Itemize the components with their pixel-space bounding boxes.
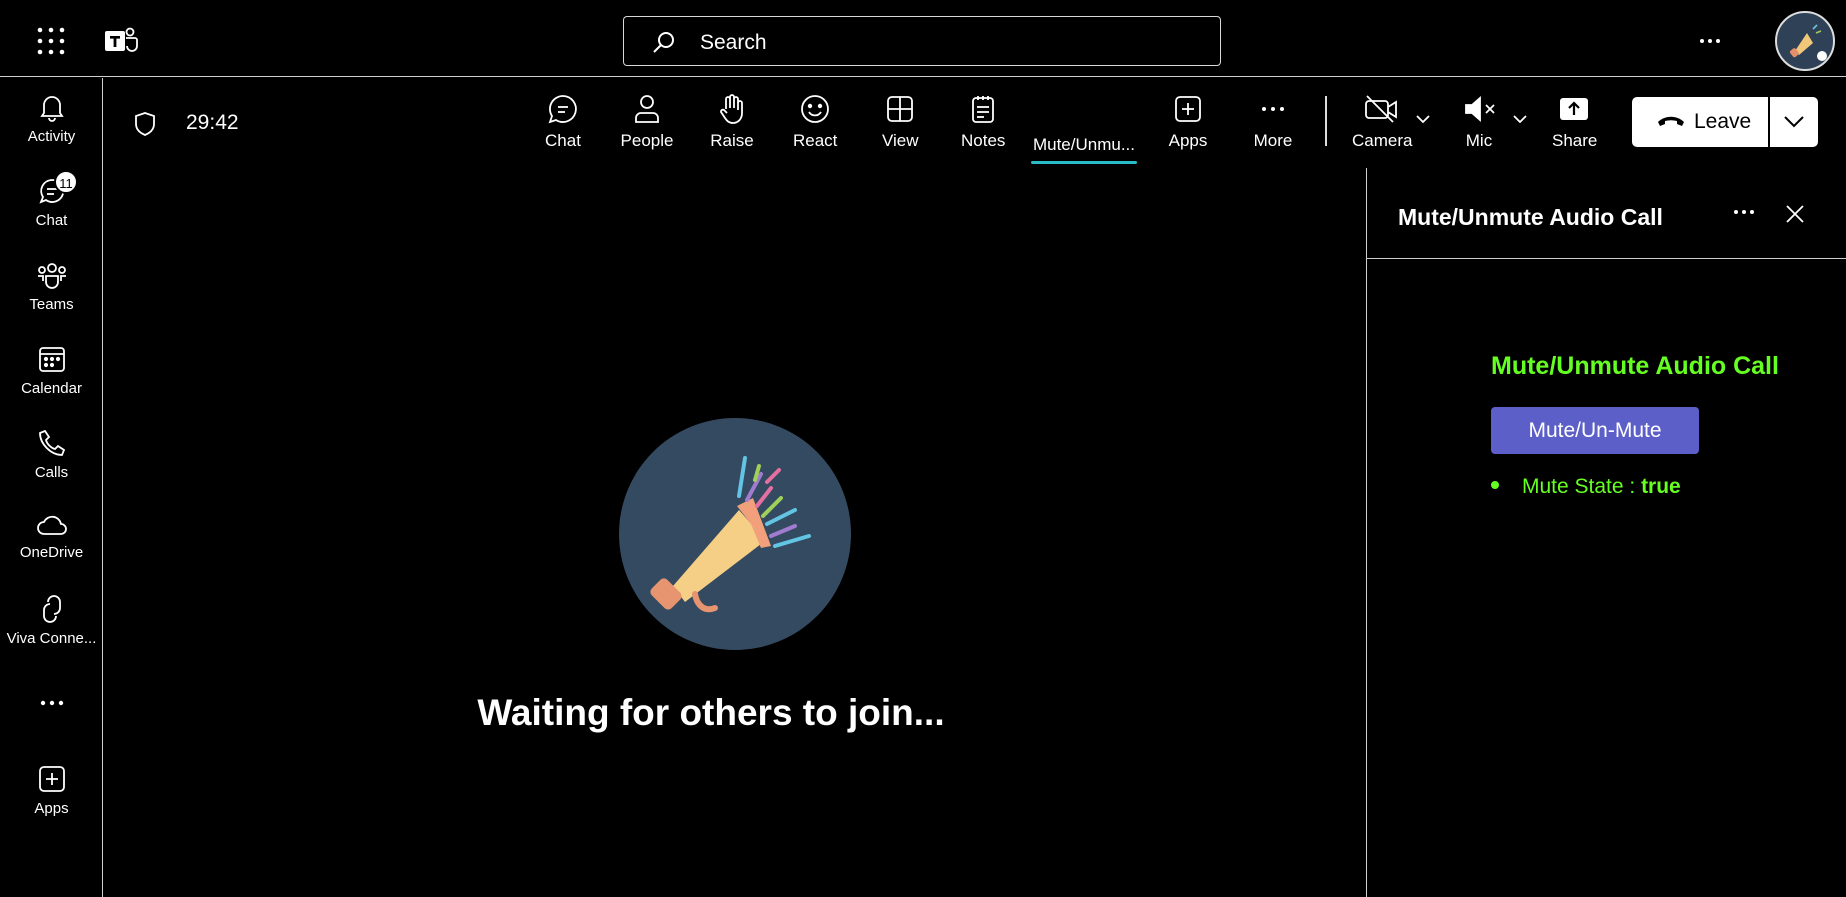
rail-item-label: Activity <box>27 128 76 145</box>
share-button[interactable]: Share <box>1552 93 1598 151</box>
rail-item-label: Viva Conne... <box>6 630 97 647</box>
search-placeholder: Search <box>700 31 767 54</box>
control-label: Apps <box>1168 131 1208 150</box>
rail-item-viva-connections[interactable]: Viva Conne... <box>0 594 103 647</box>
app-heading: Mute/Unmute Audio Call <box>1491 352 1779 380</box>
tab-mute-unmute[interactable]: Mute/Unmu... <box>1031 135 1137 164</box>
viva-connections-icon <box>42 595 61 623</box>
mic-muted-icon <box>1465 96 1495 122</box>
hang-up-icon <box>1658 116 1684 126</box>
control-label: More <box>1253 131 1293 150</box>
add-apps-icon <box>38 766 65 792</box>
mic-button[interactable]: Mic <box>1463 93 1495 151</box>
chat-button[interactable]: Chat <box>545 93 581 151</box>
shield-icon[interactable] <box>133 111 157 142</box>
avatar[interactable] <box>1775 11 1835 71</box>
chat-icon <box>548 95 577 124</box>
rail-item-label: Chat <box>35 212 68 229</box>
apps-button[interactable]: Apps <box>1168 93 1208 151</box>
control-label: View <box>882 131 919 150</box>
rail-item-apps[interactable]: Apps <box>0 764 103 817</box>
raise-hand-button[interactable]: Raise <box>710 93 754 151</box>
app-rail: Activity 11 Chat Teams Calendar Calls On <box>0 78 103 897</box>
toolbar-divider <box>1325 96 1327 146</box>
leave-button[interactable]: Leave <box>1632 97 1768 147</box>
search-icon <box>653 32 674 53</box>
phone-icon <box>38 429 65 456</box>
search-input[interactable]: Search <box>623 16 1221 66</box>
close-icon[interactable] <box>1785 204 1805 224</box>
person-icon <box>635 95 659 123</box>
teams-logo-icon <box>104 26 138 56</box>
teams-icon <box>37 263 66 289</box>
control-label: React <box>793 131 838 150</box>
meeting-timer: 29:42 <box>186 111 239 134</box>
app-side-panel: Mute/Unmute Audio Call Mute/Unmute Audio… <box>1366 168 1846 897</box>
mute-state-label: Mute State : <box>1522 475 1642 498</box>
unread-count-badge: 11 <box>54 170 78 194</box>
leave-options-dropdown[interactable] <box>1770 97 1818 147</box>
panel-more-options-icon[interactable] <box>1733 208 1755 216</box>
presence-status-dot <box>1815 49 1829 63</box>
mute-state-value: true <box>1641 475 1681 498</box>
ellipsis-icon <box>1262 107 1284 111</box>
leave-label: Leave <box>1694 110 1752 133</box>
control-label: Share <box>1552 131 1598 150</box>
rail-item-label: Calls <box>34 464 69 481</box>
view-button[interactable]: View <box>882 93 919 151</box>
rail-item-label: Teams <box>29 296 74 313</box>
more-actions-button[interactable]: More <box>1251 93 1295 151</box>
control-label: Notes <box>961 131 1006 150</box>
hand-icon <box>720 94 743 124</box>
control-label: People <box>620 131 674 150</box>
rail-item-label: Calendar <box>21 380 82 397</box>
rail-more-apps[interactable] <box>0 696 103 716</box>
share-icon <box>1560 98 1588 120</box>
rail-item-calendar[interactable]: Calendar <box>0 344 103 397</box>
list-bullet <box>1491 481 1499 490</box>
mute-state-item: Mute State : true <box>1491 475 1681 499</box>
notes-button[interactable]: Notes <box>961 93 1005 151</box>
camera-button[interactable]: Camera <box>1352 93 1413 151</box>
grid-icon <box>887 96 913 122</box>
control-label: Chat <box>545 131 581 150</box>
ellipsis-icon <box>40 700 63 706</box>
app-launcher-icon[interactable] <box>36 26 66 56</box>
chevron-down-icon <box>1784 116 1804 128</box>
rail-item-label: Apps <box>34 800 69 817</box>
rail-item-label: OneDrive <box>19 544 84 561</box>
control-label: Camera <box>1352 131 1413 150</box>
rail-item-onedrive[interactable]: OneDrive <box>0 512 103 561</box>
rail-item-calls[interactable]: Calls <box>0 428 103 481</box>
smile-icon <box>801 95 829 123</box>
calendar-icon <box>38 347 65 372</box>
people-button[interactable]: People <box>620 93 674 151</box>
rail-item-activity[interactable]: Activity <box>0 92 103 145</box>
cloud-icon <box>36 515 67 535</box>
mute-unmute-button[interactable]: Mute/Un-Mute <box>1491 407 1699 454</box>
camera-off-icon <box>1365 95 1397 123</box>
panel-header: Mute/Unmute Audio Call <box>1367 168 1846 259</box>
react-button[interactable]: React <box>793 93 837 151</box>
rail-item-teams[interactable]: Teams <box>0 260 103 313</box>
leave-button-group: Leave <box>1632 97 1818 147</box>
waiting-message: Waiting for others to join... <box>104 692 1366 734</box>
settings-more-icon[interactable] <box>1693 26 1727 56</box>
bell-icon <box>39 96 64 122</box>
mic-options-chevron-down-icon[interactable] <box>1512 114 1528 124</box>
megaphone-illustration <box>619 418 851 650</box>
control-label: Raise <box>710 131 754 150</box>
camera-options-chevron-down-icon[interactable] <box>1415 114 1431 124</box>
active-tab-indicator <box>1031 161 1137 164</box>
notes-icon <box>972 96 994 123</box>
add-apps-icon <box>1175 96 1201 122</box>
meeting-stage: Waiting for others to join... <box>104 168 1366 897</box>
panel-title: Mute/Unmute Audio Call <box>1398 204 1663 230</box>
control-label: Mute/Unmu... <box>1032 135 1136 154</box>
top-bar: Search <box>0 0 1846 77</box>
control-label: Mic <box>1465 131 1493 150</box>
waiting-text: Waiting for others to join... <box>477 692 945 733</box>
rail-item-chat[interactable]: 11 Chat <box>0 170 103 229</box>
